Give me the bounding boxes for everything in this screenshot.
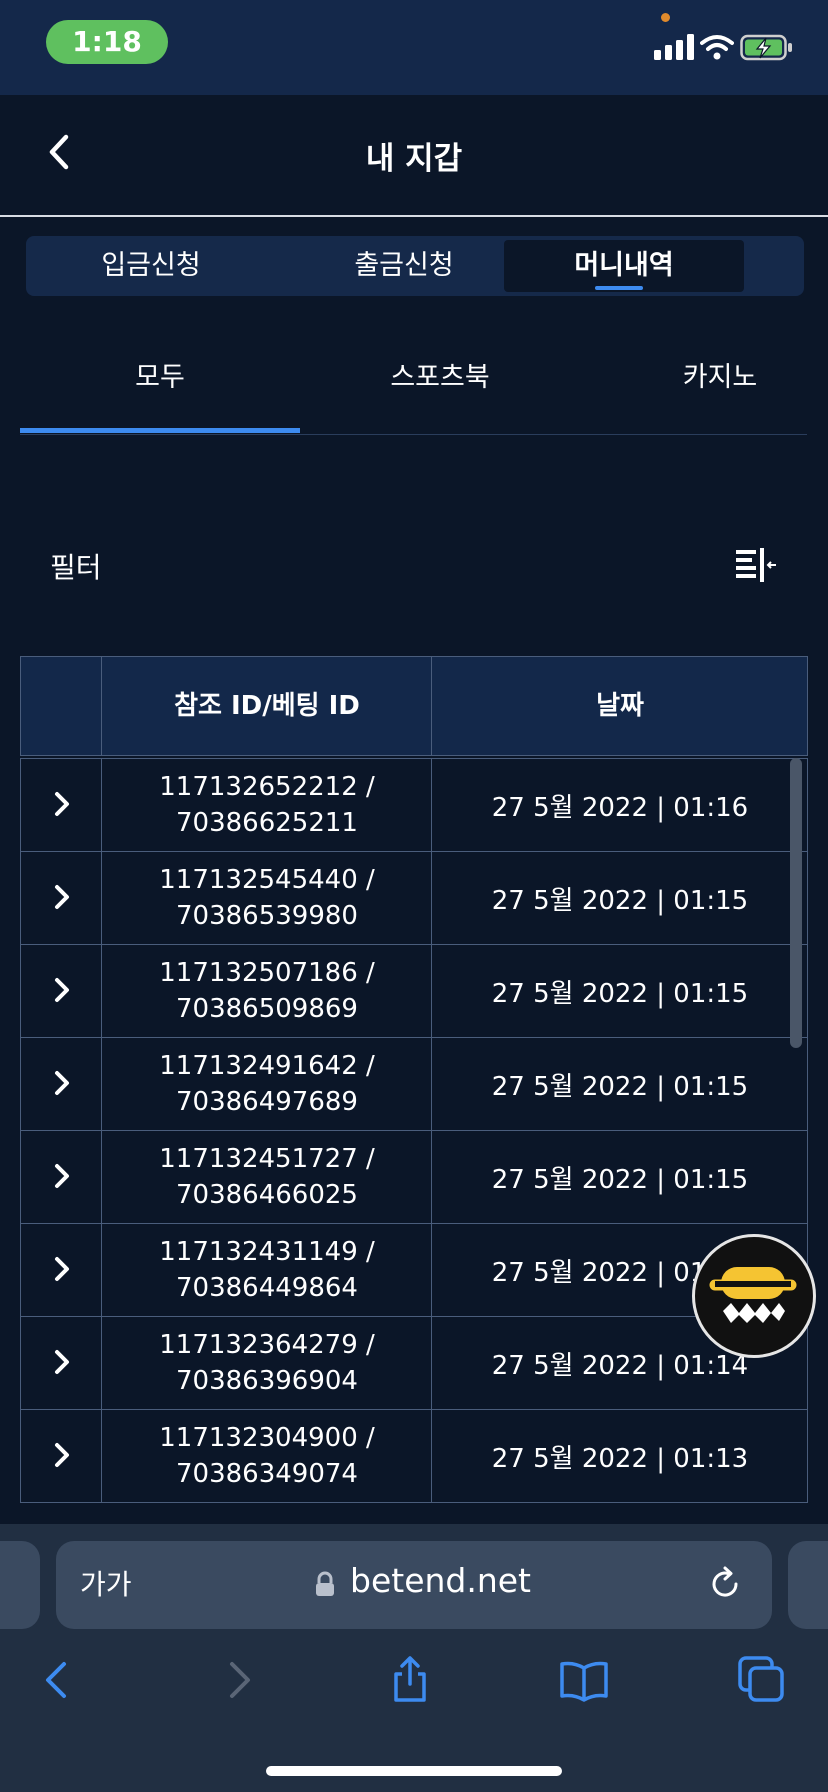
status-time: 1:18 <box>46 20 168 64</box>
mascot-face-icon <box>708 1267 798 1323</box>
table-header: 참조 ID/베팅 ID 날짜 <box>20 656 808 756</box>
column-header-ref-id: 참조 ID/베팅 ID <box>101 657 432 755</box>
bet-id: 70386509869 <box>176 994 358 1024</box>
ref-id-cell: 117132652212 / 70386625211 <box>101 759 432 851</box>
chevron-right-icon[interactable] <box>45 880 79 914</box>
ref-id: 117132491642 / <box>159 1051 375 1081</box>
chevron-right-icon[interactable] <box>45 1066 79 1100</box>
subtab-divider <box>20 434 807 435</box>
browser-forward-icon[interactable] <box>212 1654 264 1706</box>
ref-id-cell: 117132507186 / 70386509869 <box>101 945 432 1037</box>
subtab-active-indicator <box>20 428 300 433</box>
ref-id-cell: 117132364279 / 70386396904 <box>101 1317 432 1409</box>
chevron-right-icon[interactable] <box>45 973 79 1007</box>
table-row[interactable]: 117132364279 /70386396904 27 5월 2022 | 0… <box>20 1317 808 1410</box>
ref-id: 117132364279 / <box>159 1330 375 1360</box>
filter-collapse-icon[interactable] <box>734 546 778 586</box>
url-text[interactable]: betend.net <box>350 1561 531 1600</box>
ref-id: 117132304900 / <box>159 1423 375 1453</box>
chevron-right-icon[interactable] <box>45 1252 79 1286</box>
table-row[interactable]: 117132507186 / 70386509869 27 5월 2022 | 0… <box>20 945 808 1038</box>
bookmarks-icon[interactable] <box>558 1654 610 1706</box>
table-row[interactable]: 117132491642 / 70386497689 27 5월 2022 | 0… <box>20 1038 808 1131</box>
status-bar: 1:18 <box>0 0 828 95</box>
tab-deposit-request[interactable]: 입금신청 <box>56 240 246 292</box>
camera-indicator-dot <box>661 13 670 22</box>
tab-withdraw-request[interactable]: 출금신청 <box>284 240 524 292</box>
table-row[interactable]: 117132652212 / 70386625211 27 5월 2022 | 0… <box>20 758 808 852</box>
bet-id: 70386539980 <box>176 901 358 931</box>
active-tab-indicator <box>595 286 643 290</box>
bet-id: 70386466025 <box>176 1180 358 1210</box>
lock-icon <box>316 1571 334 1596</box>
table-body: 117132652212 / 70386625211 27 5월 2022 | 0… <box>20 758 808 1503</box>
battery-charging-icon <box>740 34 792 61</box>
ref-id: 117132451727 / <box>159 1144 375 1174</box>
ref-id: 117132545440 / <box>159 865 375 895</box>
bet-id: 70386396904 <box>176 1366 358 1396</box>
app-header: 내 지갑 <box>0 95 828 217</box>
home-indicator <box>266 1766 562 1776</box>
date-cell: 27 5월 2022 | 01:13 <box>431 1410 808 1502</box>
date-cell: 27 5월 2022 | 01:16 <box>431 759 808 851</box>
floating-chat-widget[interactable] <box>692 1234 816 1358</box>
chevron-right-icon[interactable] <box>45 787 79 821</box>
bet-id: 70386625211 <box>176 808 358 838</box>
money-history-table: 참조 ID/베팅 ID 날짜 117132652212 / 70386625211… <box>20 656 808 1506</box>
table-row[interactable]: 117132545440 / 70386539980 27 5월 2022 | 0… <box>20 852 808 945</box>
bet-id: 70386349074 <box>176 1459 358 1489</box>
next-tab-preview[interactable] <box>788 1541 828 1629</box>
chevron-right-icon[interactable] <box>45 1438 79 1472</box>
tabs-icon[interactable] <box>736 1654 788 1706</box>
subtab-sportsbook[interactable]: 스포츠북 <box>300 355 580 394</box>
bet-id: 70386497689 <box>176 1087 358 1117</box>
wifi-icon <box>700 35 734 60</box>
column-header-date: 날짜 <box>431 657 808 755</box>
ref-id-cell: 117132545440 / 70386539980 <box>101 852 432 944</box>
previous-tab-preview[interactable] <box>0 1541 40 1629</box>
table-row[interactable]: 117132451727 / 70386466025 27 5월 2022 | 0… <box>20 1131 808 1224</box>
share-icon[interactable] <box>384 1654 436 1706</box>
browser-back-icon[interactable] <box>32 1654 84 1706</box>
date-cell: 27 5월 2022 | 01:15 <box>431 1131 808 1223</box>
date-cell: 27 5월 2022 | 01:15 <box>431 852 808 944</box>
chevron-right-icon[interactable] <box>45 1159 79 1193</box>
text-size-button[interactable]: 가가 <box>80 1563 132 1603</box>
bet-id: 70386449864 <box>176 1273 358 1303</box>
reload-icon[interactable] <box>706 1565 744 1603</box>
filter-label[interactable]: 필터 <box>50 546 102 586</box>
signal-icon <box>654 34 694 60</box>
table-row[interactable]: 117132304900 / 70386349074 27 5월 2022 | 0… <box>20 1410 808 1503</box>
table-scrollbar[interactable] <box>790 758 802 1048</box>
ref-id: 117132431149 / <box>159 1237 375 1267</box>
ref-id-cell: 117132491642 / 70386497689 <box>101 1038 432 1130</box>
ref-id-cell: 117132431149 / 70386449864 <box>101 1224 432 1316</box>
subtab-all[interactable]: 모두 <box>20 355 300 394</box>
page-title: 내 지갑 <box>365 141 463 177</box>
ref-id-cell: 117132304900 / 70386349074 <box>101 1410 432 1502</box>
date-cell: 27 5월 2022 | 01:15 <box>431 1038 808 1130</box>
table-row[interactable]: 117132431149 /70386449864 27 5월 2022 | 0… <box>20 1224 808 1317</box>
chevron-right-icon[interactable] <box>45 1345 79 1379</box>
subtab-casino[interactable]: 카지노 <box>610 355 828 394</box>
ref-id: 117132507186 / <box>159 958 375 988</box>
wallet-tabs: 입금신청 출금신청 머니내역 <box>26 236 804 296</box>
ref-id-cell: 117132451727 / 70386466025 <box>101 1131 432 1223</box>
ref-id: 117132652212 / <box>159 772 375 802</box>
address-bar[interactable]: 가가 betend.net <box>56 1541 772 1629</box>
date-cell: 27 5월 2022 | 01:15 <box>431 945 808 1037</box>
tab-money-history[interactable]: 머니내역 <box>504 240 744 292</box>
